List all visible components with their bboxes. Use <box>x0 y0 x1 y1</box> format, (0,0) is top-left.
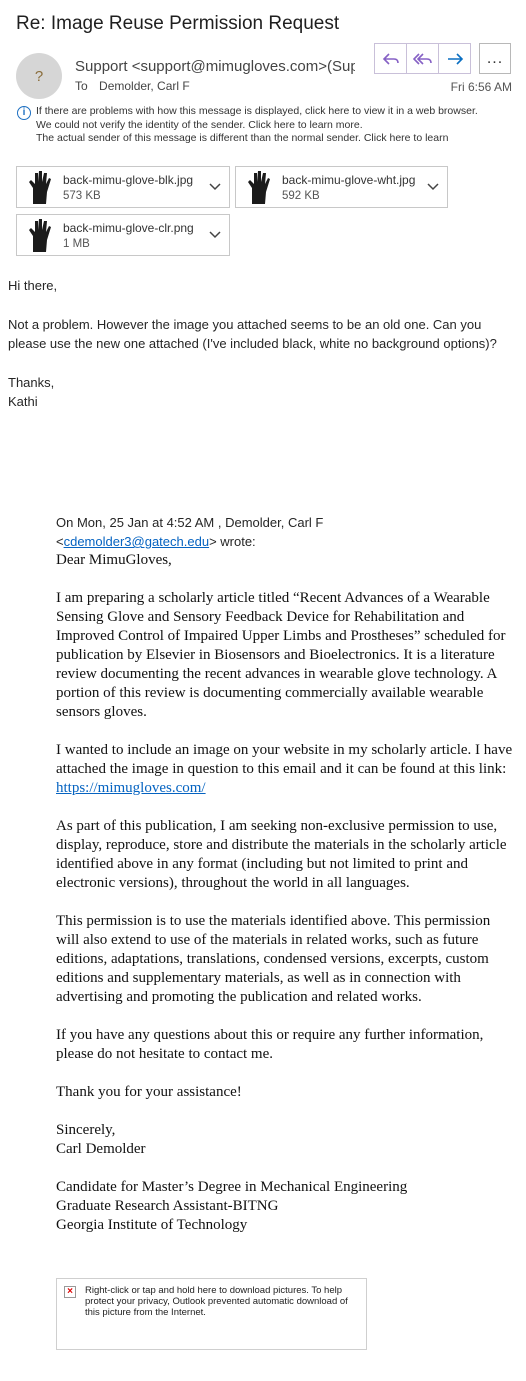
reply-icon <box>382 52 399 65</box>
quoted-paragraph: If you have any questions about this or … <box>56 1027 484 1062</box>
to-label: To <box>75 79 88 93</box>
body-paragraph: Not a problem. However the image you att… <box>8 317 497 351</box>
email-subject: Re: Image Reuse Permission Request <box>16 13 340 34</box>
quoted-paragraph-text: I wanted to include an image on your web… <box>56 742 513 777</box>
attachment-name: back-mimu-glove-wht.jpg <box>282 173 416 187</box>
quote-header-line: On Mon, 25 Jan at 4:52 AM , Demolder, Ca… <box>56 515 324 530</box>
wrote-label: > wrote: <box>209 534 256 549</box>
attachment-name: back-mimu-glove-clr.png <box>63 221 194 235</box>
signoff-name: Kathi <box>8 394 38 409</box>
message-actions <box>374 43 471 74</box>
quoted-paragraph: I am preparing a scholarly article title… <box>56 590 506 720</box>
chevron-down-icon[interactable] <box>209 180 221 194</box>
more-actions-button[interactable]: ... <box>479 43 511 74</box>
different-sender-link[interactable]: The actual sender of this message is dif… <box>36 132 517 146</box>
quoted-message: Dear MimuGloves, I am preparing a schola… <box>56 551 516 1235</box>
quoted-paragraph: As part of this publication, I am seekin… <box>56 818 507 891</box>
reply-all-icon <box>412 52 432 65</box>
attachment-item[interactable]: back-mimu-glove-wht.jpg 592 KB <box>235 166 448 208</box>
forward-icon <box>447 52 463 65</box>
signature-title: Georgia Institute of Technology <box>56 1217 248 1233</box>
chevron-down-icon[interactable] <box>209 228 221 242</box>
sender-from[interactable]: Support <support@mimugloves.com>(Support <box>75 58 355 75</box>
attachment-size: 573 KB <box>63 190 101 202</box>
recipient-line: To Demolder, Carl F <box>75 79 190 93</box>
attachment-item[interactable]: back-mimu-glove-blk.jpg 573 KB <box>16 166 230 208</box>
info-bar: i If there are problems with how this me… <box>17 105 517 146</box>
blocked-image-placeholder[interactable]: × Right-click or tap and hold here to do… <box>56 1278 367 1350</box>
quote-header: On Mon, 25 Jan at 4:52 AM , Demolder, Ca… <box>56 513 323 551</box>
sender-email-link[interactable]: cdemolder3@gatech.edu <box>64 534 209 549</box>
quoted-paragraph: I wanted to include an image on your web… <box>56 741 516 798</box>
message-body: Hi there, Not a problem. However the ima… <box>8 276 513 411</box>
attachment-name: back-mimu-glove-blk.jpg <box>63 173 194 187</box>
attachment-size: 592 KB <box>282 190 320 202</box>
glove-thumbnail-icon <box>239 168 277 206</box>
recipient-name[interactable]: Demolder, Carl F <box>99 79 190 93</box>
view-in-browser-link[interactable]: If there are problems with how this mess… <box>36 105 517 119</box>
greeting: Hi there, <box>8 278 58 293</box>
attachment-size: 1 MB <box>63 238 90 250</box>
quoted-closing: Sincerely, <box>56 1122 116 1138</box>
info-icon: i <box>17 106 31 120</box>
quoted-paragraph: This permission is to use the materials … <box>56 913 491 1005</box>
website-link[interactable]: https://mimugloves.com/ <box>56 780 206 796</box>
glove-thumbnail-icon <box>20 168 58 206</box>
signature-title: Candidate for Master’s Degree in Mechani… <box>56 1179 408 1195</box>
quoted-salutation: Dear MimuGloves, <box>56 552 172 568</box>
reply-all-button[interactable] <box>406 43 439 74</box>
email-bracket: < <box>56 534 64 549</box>
quoted-paragraph: Thank you for your assistance! <box>56 1084 242 1100</box>
received-date: Fri 6:56 AM <box>450 80 512 94</box>
blocked-image-text: Right-click or tap and hold here to down… <box>85 1285 348 1318</box>
reply-button[interactable] <box>374 43 407 74</box>
attachment-item[interactable]: back-mimu-glove-clr.png 1 MB <box>16 214 230 256</box>
glove-thumbnail-icon <box>20 216 58 254</box>
quoted-signature-name: Carl Demolder <box>56 1141 146 1157</box>
chevron-down-icon[interactable] <box>427 180 439 194</box>
sender-avatar[interactable]: ? <box>16 53 62 99</box>
unverified-sender-link[interactable]: We could not verify the identity of the … <box>36 119 517 133</box>
broken-image-icon: × <box>64 1286 76 1298</box>
signature-title: Graduate Research Assistant-BITNG <box>56 1198 279 1214</box>
forward-button[interactable] <box>438 43 471 74</box>
thanks-line: Thanks, <box>8 375 55 390</box>
